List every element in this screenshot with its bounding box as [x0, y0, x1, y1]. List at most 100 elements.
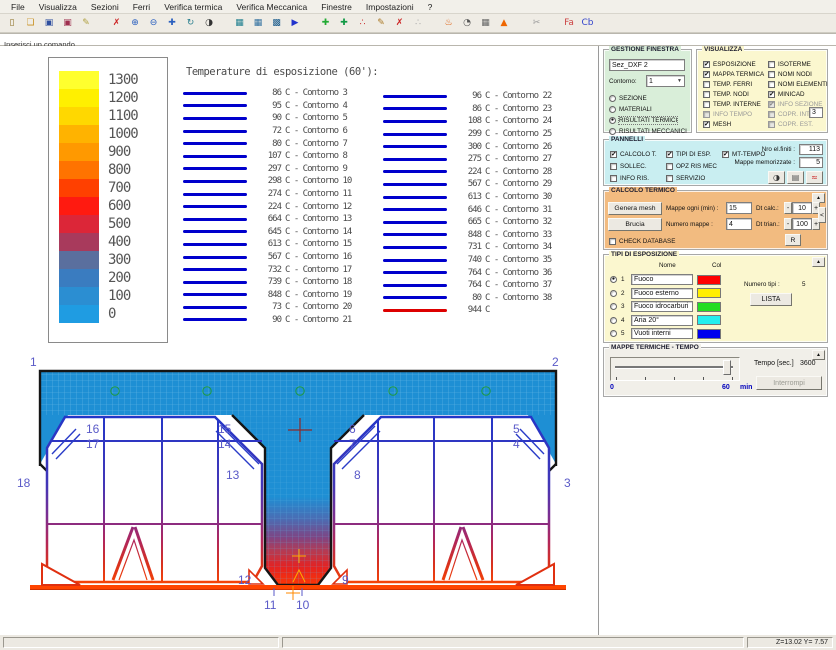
drawing-canvas[interactable]: 1300 1200 1100 1000 [0, 46, 598, 635]
mappe-ogni-input[interactable] [726, 202, 752, 214]
view-mode-radio[interactable]: ● RISULTATI TERMICI [609, 115, 687, 125]
r-button[interactable]: R [785, 234, 801, 246]
cut-icon[interactable]: ✂ [528, 15, 546, 31]
display-checkbox[interactable]: ✓ MESH [703, 119, 764, 129]
exposure-color-swatch[interactable] [697, 275, 721, 285]
results-arrow-icon[interactable]: ▶ [286, 15, 304, 31]
save-dxf-icon[interactable]: ▣ [59, 15, 77, 31]
new-file-icon[interactable]: ▯ [3, 15, 21, 31]
collapse-arrow-button[interactable]: ▲ [812, 257, 825, 267]
save-icon[interactable]: ▣ [40, 15, 58, 31]
exposure-name-input[interactable]: Vuoti interni [631, 328, 693, 339]
dt-calc-minus-button[interactable]: - [784, 202, 792, 214]
display-checkbox[interactable]: INFO TEMPO [703, 109, 764, 119]
erase-icon[interactable]: ✗ [108, 15, 126, 31]
dt-calc-value[interactable]: 10 [792, 202, 812, 214]
gauge-icon[interactable]: ◔ [458, 15, 476, 31]
zoom-out-icon[interactable]: ⊖ [145, 15, 163, 31]
panel-checkbox[interactable]: ✓ CALCOLO T. [610, 149, 657, 159]
cross-section-figure[interactable]: 1 2 18 3 16 17 15 14 13 6 7 5 4 8 12 11 [16, 344, 596, 616]
menu-item[interactable]: Sezioni [84, 0, 126, 13]
numero-mappe-input[interactable] [726, 218, 752, 230]
add-node-icon[interactable]: ✚ [317, 15, 335, 31]
view-mode-radio[interactable]: MATERIALI [609, 104, 687, 114]
dt-trian-minus-button[interactable]: - [784, 218, 792, 230]
panel-checkbox[interactable]: ✓ TIPI DI ESP. [666, 149, 717, 159]
menu-item[interactable]: Verifica termica [157, 0, 229, 13]
regen-icon[interactable]: ↻ [182, 15, 200, 31]
window-name-input[interactable] [609, 59, 685, 71]
rebar-b-icon[interactable]: Cb [579, 15, 597, 31]
mesh-view-icon[interactable]: ▦ [231, 15, 249, 31]
mesh-map-icon[interactable]: ▩ [268, 15, 286, 31]
chart-button[interactable]: ≈ [806, 171, 823, 184]
display-checkbox[interactable]: TEMP. INTERNE [703, 99, 764, 109]
genera-mesh-button[interactable]: Genera mesh [608, 202, 662, 215]
flame-icon[interactable]: ▲ [495, 15, 513, 31]
display-checkbox[interactable]: ISOTERME [768, 59, 828, 69]
exposure-name-input[interactable]: Aria 20° [631, 315, 693, 326]
exposure-radio[interactable] [610, 330, 617, 337]
brucia-button[interactable]: Brucia [608, 218, 662, 231]
slider-track[interactable] [615, 366, 733, 368]
display-checkbox[interactable]: TEMP. FERRI [703, 79, 764, 89]
menu-item[interactable]: ? [421, 0, 440, 13]
shade-icon[interactable]: ◑ [200, 15, 218, 31]
add-nodes-icon[interactable]: ✚ [335, 15, 353, 31]
lista-button[interactable]: LISTA [750, 293, 792, 306]
contorno-select[interactable]: 1 ▼ [646, 75, 685, 87]
nodes-icon[interactable]: ∴ [354, 15, 372, 31]
chevron-down-icon[interactable]: ▼ [677, 78, 682, 84]
pan-icon[interactable]: ✚ [163, 15, 181, 31]
time-slider[interactable] [610, 357, 740, 381]
exposure-color-swatch[interactable] [697, 302, 721, 312]
zoom-in-icon[interactable]: ⊕ [126, 15, 144, 31]
panel-checkbox[interactable]: ✓ MT-TEMPO [722, 149, 765, 159]
edit-icon[interactable]: ✎ [77, 15, 95, 31]
display-checkbox[interactable]: COPR. EST. [768, 119, 828, 129]
check-database-checkbox[interactable]: CHECK DATABASE [609, 236, 675, 246]
nodes-off-icon[interactable]: ∴ [409, 15, 427, 31]
print-button[interactable]: ▤ [787, 171, 804, 184]
exposure-radio[interactable] [610, 290, 617, 297]
shade-button[interactable]: ◑ [768, 171, 785, 184]
panel-checkbox[interactable]: OPZ RIS MEC [666, 161, 717, 171]
display-checkbox[interactable]: ✓ MINICAD [768, 89, 828, 99]
display-checkbox[interactable]: NOMI NODI [768, 69, 828, 79]
back-step-button[interactable]: < [818, 207, 826, 223]
rebar-a-icon[interactable]: Fa [560, 15, 578, 31]
view-mode-radio[interactable]: RISULTATI MECCANICI [609, 126, 687, 136]
exposure-radio[interactable]: ● [610, 276, 617, 283]
view-mode-radio[interactable]: SEZIONE [609, 93, 687, 103]
collapse-arrow-button[interactable]: ▲ [812, 350, 825, 360]
dt-trian-value[interactable]: 100 [792, 218, 812, 230]
thermometer-icon[interactable]: ♨ [440, 15, 458, 31]
exposure-name-input[interactable]: Fuoco esterno [631, 288, 693, 299]
panel-checkbox[interactable]: SERVIZIO [666, 173, 717, 183]
panel-checkbox[interactable]: INFO RIS. [610, 173, 657, 183]
interrompi-button[interactable]: Interrompi [756, 376, 822, 390]
display-checkbox[interactable]: ✓ MAPPA TERMICA [703, 69, 764, 79]
copr-int-input[interactable] [809, 107, 823, 118]
display-checkbox[interactable]: NOMI ELEMENTI [768, 79, 828, 89]
exposure-name-input[interactable]: Fuoco idrocarburi [631, 301, 693, 312]
mesh-edit-icon[interactable]: ▦ [249, 15, 267, 31]
slider-thumb[interactable] [723, 360, 731, 375]
display-checkbox[interactable]: TEMP. NODI [703, 89, 764, 99]
menu-item[interactable]: Ferri [126, 0, 157, 13]
menu-item[interactable]: File [4, 0, 32, 13]
panel-checkbox[interactable]: SOLLEC. [610, 161, 657, 171]
delete-node-icon[interactable]: ✗ [391, 15, 409, 31]
menu-item[interactable]: Finestre [314, 0, 359, 13]
edit-node-icon[interactable]: ✎ [372, 15, 390, 31]
open-folder-icon[interactable]: ❏ [22, 15, 40, 31]
exposure-name-input[interactable]: Fuoco [631, 274, 693, 285]
exposure-color-swatch[interactable] [697, 329, 721, 339]
display-checkbox[interactable]: ✓ ESPOSIZIONE [703, 59, 764, 69]
table-icon[interactable]: ▦ [477, 15, 495, 31]
menu-item[interactable]: Verifica Meccanica [229, 0, 314, 13]
exposure-color-swatch[interactable] [697, 288, 721, 298]
exposure-radio[interactable] [610, 317, 617, 324]
menu-item[interactable]: Visualizza [32, 0, 84, 13]
menu-item[interactable]: Impostazioni [359, 0, 421, 13]
